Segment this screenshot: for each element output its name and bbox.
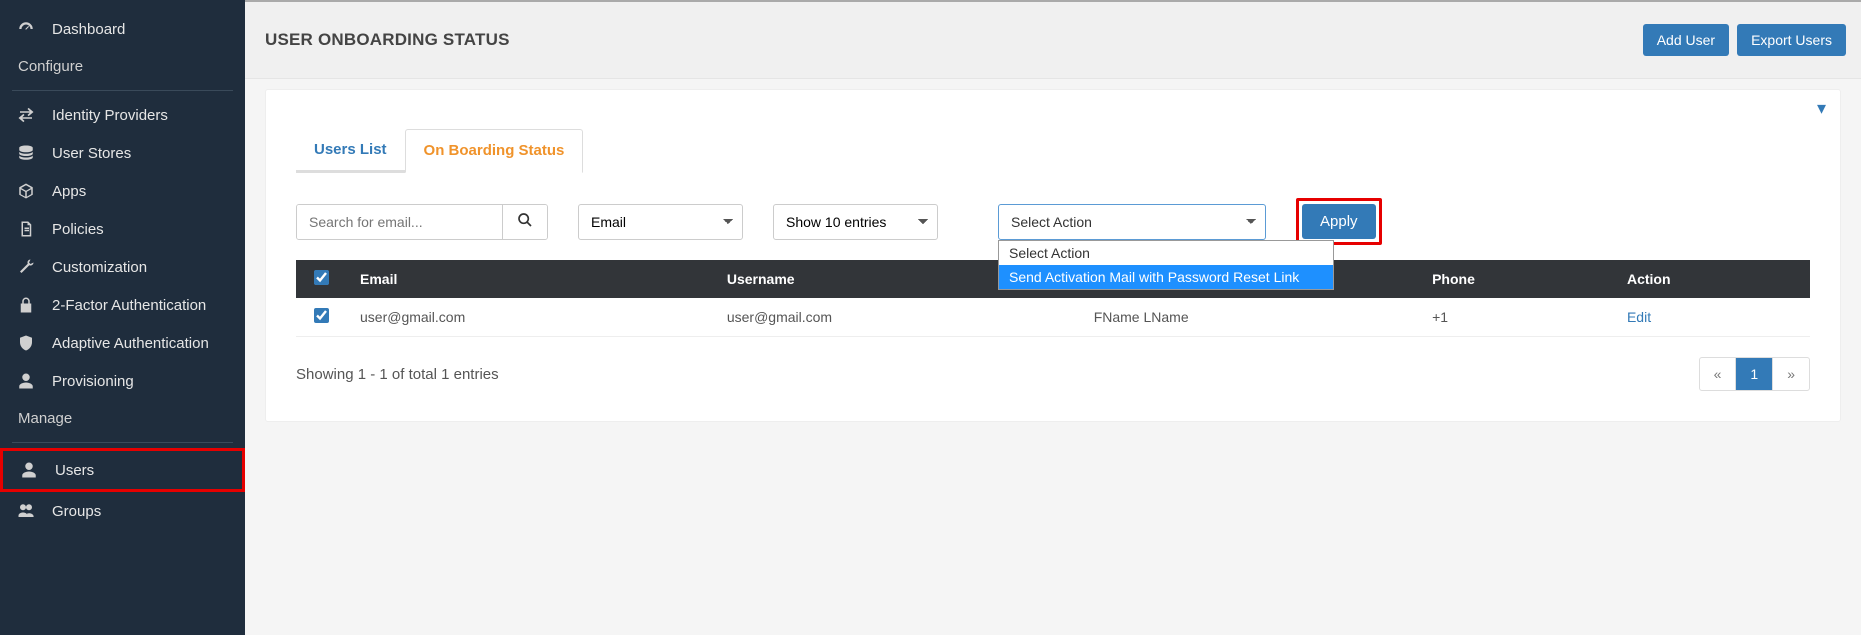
cube-icon (15, 182, 37, 200)
sidebar-item-users[interactable]: Users (0, 448, 245, 492)
sidebar-item-label: Adaptive Authentication (52, 335, 209, 352)
apply-button[interactable]: Apply (1302, 204, 1376, 239)
sidebar-item-label: Groups (52, 503, 101, 520)
action-option-send-activation[interactable]: Send Activation Mail with Password Reset… (999, 265, 1333, 289)
cell-name: FName LName (1080, 298, 1418, 337)
sidebar-item-customization[interactable]: Customization (0, 248, 245, 286)
entries-select[interactable]: Show 10 entries (773, 204, 938, 240)
sidebar: Dashboard Configure Identity Providers U… (0, 0, 245, 635)
header-phone: Phone (1418, 260, 1613, 298)
sidebar-section-configure: Configure (0, 48, 245, 85)
page-prev[interactable]: « (1700, 358, 1737, 390)
search-field-select[interactable]: Email (578, 204, 743, 240)
users-icon (15, 502, 37, 520)
sidebar-item-groups[interactable]: Groups (0, 492, 245, 530)
header-email: Email (346, 260, 713, 298)
page-header: USER ONBOARDING STATUS Add User Export U… (245, 2, 1861, 79)
cell-phone: +1 (1418, 298, 1613, 337)
header-actions: Add User Export Users (1643, 24, 1846, 56)
cell-email: user@gmail.com (346, 298, 713, 337)
header-action: Action (1613, 260, 1810, 298)
sidebar-item-2fa[interactable]: 2-Factor Authentication (0, 286, 245, 324)
sidebar-item-label: 2-Factor Authentication (52, 297, 206, 314)
search-group (296, 204, 548, 240)
add-user-button[interactable]: Add User (1643, 24, 1729, 56)
search-icon (517, 212, 533, 228)
sidebar-item-label: Users (55, 462, 94, 479)
sidebar-item-dashboard[interactable]: Dashboard (0, 10, 245, 48)
sidebar-item-identity-providers[interactable]: Identity Providers (0, 96, 245, 134)
sidebar-item-label: Identity Providers (52, 107, 168, 124)
filters-row: Email Show 10 entries Select Action Sele… (266, 173, 1840, 260)
header-checkbox-cell (296, 260, 346, 298)
showing-text: Showing 1 - 1 of total 1 entries (296, 366, 499, 383)
tab-onboarding-status[interactable]: On Boarding Status (405, 129, 584, 173)
row-checkbox[interactable] (314, 308, 329, 323)
cell-action: Edit (1613, 298, 1810, 337)
sidebar-item-label: User Stores (52, 145, 131, 162)
sidebar-item-label: Policies (52, 221, 104, 238)
sidebar-section-manage: Manage (0, 400, 245, 437)
content-panel: ▾ Users List On Boarding Status Email (265, 89, 1841, 422)
action-select-wrap: Select Action Select Action Send Activat… (998, 204, 1266, 240)
action-select[interactable]: Select Action (998, 204, 1266, 240)
pagination: « 1 » (1699, 357, 1810, 391)
user-icon (18, 461, 40, 479)
page-title: USER ONBOARDING STATUS (265, 30, 510, 50)
wrench-icon (15, 258, 37, 276)
cell-username: user@gmail.com (713, 298, 1080, 337)
select-all-checkbox[interactable] (314, 270, 329, 285)
main-content: USER ONBOARDING STATUS Add User Export U… (245, 0, 1861, 635)
action-select-dropdown: Select Action Send Activation Mail with … (998, 240, 1334, 290)
apply-highlight: Apply (1296, 198, 1382, 245)
search-input[interactable] (297, 205, 502, 239)
edit-link[interactable]: Edit (1627, 309, 1651, 325)
database-icon (15, 144, 37, 162)
sidebar-item-provisioning[interactable]: Provisioning (0, 362, 245, 400)
dashboard-icon (15, 20, 37, 38)
sidebar-item-policies[interactable]: Policies (0, 210, 245, 248)
sidebar-item-adaptive[interactable]: Adaptive Authentication (0, 324, 245, 362)
sidebar-divider (12, 90, 233, 91)
user-icon (15, 372, 37, 390)
search-button[interactable] (502, 205, 547, 239)
sidebar-item-label: Dashboard (52, 21, 125, 38)
table-row: user@gmail.com user@gmail.com FName LNam… (296, 298, 1810, 337)
swap-icon (15, 106, 37, 124)
sidebar-item-apps[interactable]: Apps (0, 172, 245, 210)
tab-users-list[interactable]: Users List (296, 129, 405, 172)
document-icon (15, 220, 37, 238)
panel-toolbar: ▾ (266, 90, 1840, 119)
export-users-button[interactable]: Export Users (1737, 24, 1846, 56)
page-1[interactable]: 1 (1736, 358, 1773, 390)
sidebar-item-label: Apps (52, 183, 86, 200)
shield-icon (15, 334, 37, 352)
tabs: Users List On Boarding Status (296, 129, 583, 173)
row-checkbox-cell (296, 298, 346, 337)
action-option-default[interactable]: Select Action (999, 241, 1333, 265)
sidebar-item-user-stores[interactable]: User Stores (0, 134, 245, 172)
sidebar-item-label: Provisioning (52, 373, 134, 390)
sidebar-divider (12, 442, 233, 443)
table-footer: Showing 1 - 1 of total 1 entries « 1 » (266, 337, 1840, 421)
page-next[interactable]: » (1773, 358, 1809, 390)
collapse-icon[interactable]: ▾ (1817, 98, 1826, 119)
lock-icon (15, 296, 37, 314)
sidebar-item-label: Customization (52, 259, 147, 276)
